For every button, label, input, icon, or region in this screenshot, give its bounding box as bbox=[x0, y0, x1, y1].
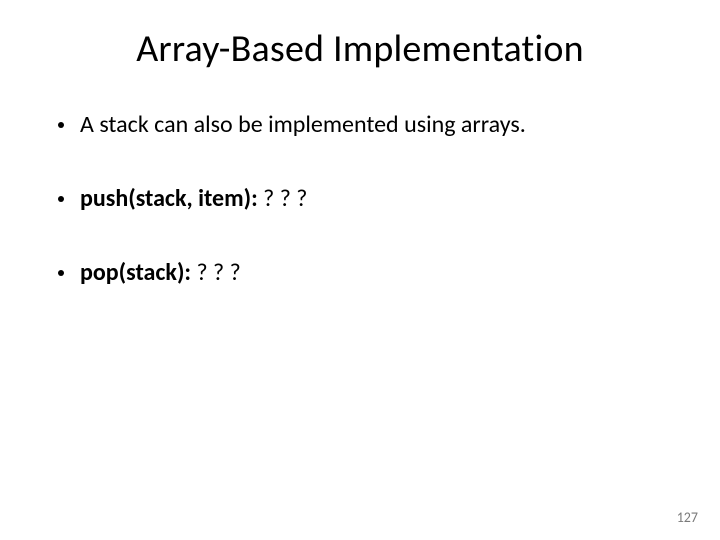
slide-title: Array-Based Implementation bbox=[50, 26, 670, 72]
bullet-item: push(stack, item): ? ? ? bbox=[58, 184, 670, 214]
slide: Array-Based Implementation A stack can a… bbox=[0, 0, 720, 540]
bullet-bold: push(stack, item): bbox=[80, 184, 263, 213]
bullet-dot-icon bbox=[58, 196, 64, 202]
bullet-dot-icon bbox=[58, 270, 64, 276]
bullet-text: pop(stack): ? ? ? bbox=[80, 258, 670, 288]
slide-body: A stack can also be implemented using ar… bbox=[50, 110, 670, 288]
bullet-dot-icon bbox=[58, 122, 64, 128]
bullet-plain: A stack can also be implemented using ar… bbox=[80, 110, 526, 139]
bullet-text: A stack can also be implemented using ar… bbox=[80, 110, 670, 140]
bullet-text: push(stack, item): ? ? ? bbox=[80, 184, 670, 214]
bullet-item: A stack can also be implemented using ar… bbox=[58, 110, 670, 140]
bullet-bold: pop(stack): bbox=[80, 258, 196, 287]
bullet-item: pop(stack): ? ? ? bbox=[58, 258, 670, 288]
bullet-plain: ? ? ? bbox=[263, 184, 307, 213]
page-number: 127 bbox=[677, 509, 698, 526]
bullet-plain: ? ? ? bbox=[196, 258, 240, 287]
